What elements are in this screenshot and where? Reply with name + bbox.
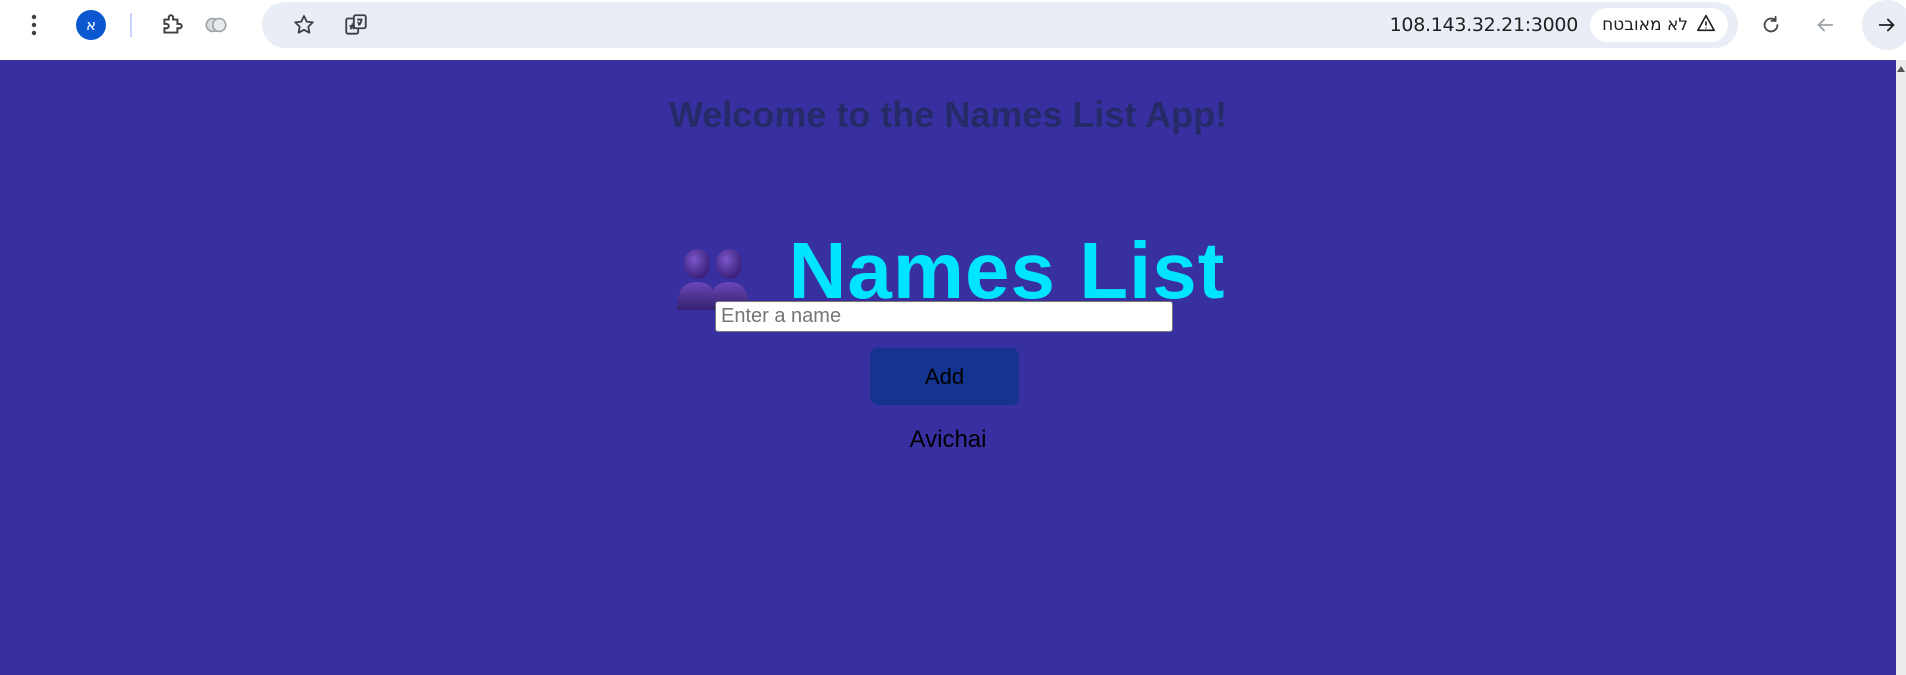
scroll-up-arrow-icon[interactable] [1897, 66, 1905, 72]
warning-triangle-icon [1696, 14, 1716, 37]
toolbar-left-group: א [0, 0, 238, 50]
toolbar-nav-group [1740, 0, 1906, 50]
extensions-puzzle-icon[interactable] [150, 3, 194, 47]
forward-arrow-icon[interactable] [1862, 0, 1906, 50]
security-chip[interactable]: לא מאובטח [1590, 8, 1728, 42]
address-bar[interactable]: 108.143.32.21:3000 לא מאובטח [262, 2, 1738, 48]
welcome-heading: Welcome to the Names List App! [668, 94, 1228, 135]
labs-flask-icon[interactable] [194, 3, 238, 47]
add-button[interactable]: Add [870, 348, 1019, 405]
page-scrollbar[interactable] [1896, 60, 1906, 675]
name-list-item: Avichai [909, 426, 987, 453]
url-text[interactable]: 108.143.32.21:3000 [1390, 2, 1579, 48]
back-arrow-icon[interactable] [1802, 2, 1848, 48]
browser-toolbar: א 108.143.32.21:3000 לא מאובטח [0, 0, 1906, 60]
profile-avatar[interactable]: א [76, 10, 106, 40]
names-list: Avichai [0, 423, 1896, 457]
name-input[interactable] [715, 301, 1173, 332]
omnibox-actions [282, 2, 378, 48]
translate-icon[interactable] [334, 3, 378, 47]
people-icon [671, 240, 755, 310]
reload-icon[interactable] [1748, 2, 1794, 48]
toolbar-divider [130, 13, 132, 37]
bookmark-star-icon[interactable] [282, 3, 326, 47]
menu-kebab-icon[interactable] [12, 3, 56, 47]
security-label: לא מאובטח [1602, 15, 1688, 35]
